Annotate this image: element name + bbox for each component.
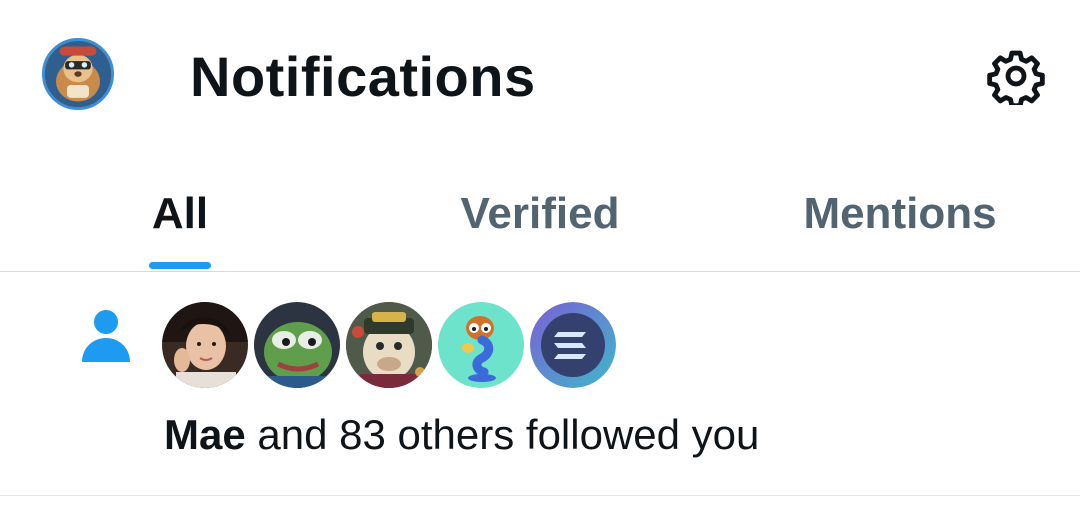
tab-mentions-label: Mentions — [803, 189, 997, 238]
follower-avatar-1[interactable] — [162, 302, 248, 388]
top-bar: Notifications — [0, 0, 1080, 150]
tab-mentions[interactable]: Mentions — [770, 150, 1030, 272]
solana-logo-avatar-icon — [530, 302, 616, 388]
page-title: Notifications — [190, 45, 536, 108]
follower-avatar-4[interactable] — [438, 302, 524, 388]
tab-all[interactable]: All — [110, 150, 250, 272]
person-icon — [82, 310, 130, 362]
tab-all-label: All — [151, 189, 209, 238]
sloth-avatar-icon — [45, 41, 111, 107]
girl-photo-avatar-icon — [162, 302, 248, 388]
follower-avatar-3[interactable] — [346, 302, 432, 388]
active-tab-indicator — [149, 262, 211, 269]
tab-verified[interactable]: Verified — [420, 150, 660, 272]
notification-actor[interactable]: Mae — [164, 411, 246, 458]
gear-icon — [987, 50, 1045, 105]
follower-avatar-5[interactable] — [530, 302, 616, 388]
follower-avatar-2[interactable] — [254, 302, 340, 388]
tab-bar: All Verified Mentions — [0, 150, 1080, 272]
settings-button[interactable] — [984, 44, 1048, 108]
follow-notification[interactable]: Mae and 83 others followed you — [0, 272, 1080, 496]
notification-text: Mae and 83 others followed you — [164, 410, 759, 460]
pepe-frog-avatar-icon — [254, 302, 340, 388]
ape-nft-avatar-icon — [346, 302, 432, 388]
notification-message: and 83 others followed you — [245, 411, 760, 458]
profile-avatar[interactable] — [42, 38, 114, 110]
cartoon-character-avatar-icon — [438, 302, 524, 388]
tab-verified-label: Verified — [460, 189, 620, 238]
